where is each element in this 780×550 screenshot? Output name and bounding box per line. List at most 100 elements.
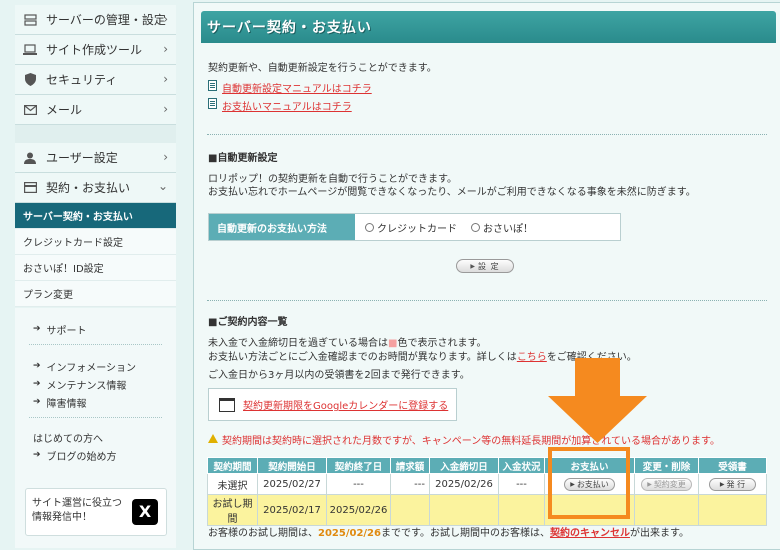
warning-icon: [208, 434, 218, 443]
sidebar-subitem-credit-card[interactable]: クレジットカード設定: [15, 229, 176, 255]
column-header: 請求額: [390, 457, 430, 474]
column-header: 契約開始日: [257, 457, 327, 474]
document-icon: [208, 98, 217, 109]
section-divider: [207, 134, 767, 135]
sidebar-link-label: サポート: [46, 325, 87, 337]
column-header: 契約期間: [207, 457, 258, 474]
sidebar: サーバーの管理・設定 › サイト作成ツール › セキュリティ › メール › ユ…: [0, 0, 192, 550]
note-text: お支払い方法ごとにご入金確認までのお時間が異なります。詳しくは: [208, 352, 517, 363]
sidebar-item-label: サイト作成ツール: [46, 43, 143, 57]
table-cell: ---: [498, 473, 545, 495]
footer-text: までです。お試し期間中のお客様は、: [380, 528, 550, 539]
table-header-row: 契約期間 契約開始日 契約終了日 請求額 入金締切日 入金状況 お支払い 変更・…: [207, 457, 767, 474]
sidebar-item-server[interactable]: サーバーの管理・設定 ›: [15, 5, 176, 35]
intro-text: 契約更新や、自動更新設定を行うことができます。: [208, 63, 437, 74]
sidebar-link-outage[interactable]: ➔ 障害情報: [15, 393, 176, 411]
sidebar-item-mail[interactable]: メール ›: [15, 95, 176, 125]
table-cell: [429, 494, 499, 526]
sidebar-subitem-plan-change[interactable]: プラン変更: [15, 281, 176, 307]
menu-divider: [15, 125, 176, 143]
arrow-right-icon: ➔: [33, 450, 41, 460]
chevron-right-icon: ›: [163, 72, 168, 86]
sidebar-subitem-server-contract[interactable]: サーバー契約・お支払い: [15, 203, 176, 229]
payment-manual-link[interactable]: お支払いマニュアルはコチラ: [222, 98, 352, 113]
table-cell: ▶ 契約変更: [634, 473, 699, 495]
table-row: 未選択 2025/02/27 --- --- 2025/02/26 --- ▶ お…: [207, 473, 767, 495]
arrow-right-icon: ➔: [33, 397, 41, 407]
button-label: 設 定: [478, 261, 500, 271]
table-cell: 2025/02/26: [326, 494, 391, 526]
play-icon: ▶: [470, 262, 477, 270]
radio-osaipo[interactable]: おさいぽ！: [471, 220, 533, 235]
sidebar-item-label: ユーザー設定: [46, 151, 118, 165]
sidebar-link-support[interactable]: ➔ サポート: [15, 320, 176, 338]
table-cell: 2025/02/27: [257, 473, 327, 495]
button-label: 発 行: [726, 479, 746, 489]
radio-credit-card[interactable]: クレジットカード: [365, 220, 457, 235]
radio-button[interactable]: [471, 222, 480, 232]
arrow-right-icon: ➔: [33, 324, 41, 334]
sidebar-item-label: セキュリティ: [46, 73, 118, 87]
receipt-note: ご入金日から3ヶ月以内の受領書を2回まで発行できます。: [208, 370, 470, 381]
play-icon: ▶: [719, 480, 725, 488]
shield-icon: [23, 73, 37, 87]
google-calendar-link[interactable]: 契約更新期限をGoogleカレンダーに登録する: [243, 397, 448, 412]
table-cell: ---: [326, 473, 391, 495]
divider: [29, 417, 162, 418]
sidebar-item-label: サーバーの管理・設定: [46, 13, 166, 27]
arrow-right-icon: ➔: [33, 361, 41, 371]
footer-text: が出来ます。: [629, 528, 689, 539]
radio-button[interactable]: [365, 222, 374, 232]
pay-column-highlight: [548, 447, 630, 519]
google-calendar-box[interactable]: 契約更新期限をGoogleカレンダーに登録する: [208, 388, 457, 421]
sidebar-link-label: はじめての方へ: [33, 433, 103, 445]
contract-table: 契約期間 契約開始日 契約終了日 請求額 入金締切日 入金状況 お支払い 変更・…: [207, 457, 767, 526]
issue-receipt-button[interactable]: ▶ 発 行: [708, 477, 757, 491]
radio-label: クレジットカード: [377, 223, 457, 235]
sidebar-item-security[interactable]: セキュリティ ›: [15, 65, 176, 95]
sidebar-item-label: メール: [46, 103, 83, 117]
column-header: 契約終了日: [326, 457, 391, 474]
column-header: 受領書: [698, 457, 767, 474]
table-cell: 未選択: [207, 473, 258, 495]
x-logo-icon: X: [132, 499, 158, 525]
auto-renew-section-title: ■自動更新設定: [208, 153, 278, 164]
table-cell: [634, 494, 699, 526]
auto-renew-method-form: 自動更新のお支払い方法 クレジットカード おさいぽ！: [208, 213, 621, 241]
sidebar-link-label: 障害情報: [46, 398, 87, 410]
auto-renew-desc: お支払い忘れでホームページが閲覧できなくなったり、メールがご利用できなくなる事象…: [208, 187, 696, 198]
contract-note: 未入金で入金締切日を過ぎている場合は■色で表示されます。: [208, 334, 486, 349]
button-label: 契約変更: [653, 479, 686, 489]
footer-text: お客様のお試し期間は、: [208, 528, 318, 539]
card-icon: [23, 181, 37, 195]
chevron-right-icon: ›: [163, 12, 168, 26]
sidebar-link-label: メンテナンス情報: [46, 380, 127, 392]
sidebar-subitem-osaipo-id[interactable]: おさいぽ！ID設定: [15, 255, 176, 281]
set-button[interactable]: ▶ 設 定: [456, 259, 514, 273]
sidebar-link-information[interactable]: ➔ インフォメーション: [15, 357, 176, 375]
page-title: サーバー契約・お支払い: [201, 11, 776, 43]
change-contract-button[interactable]: ▶ 契約変更: [641, 477, 692, 491]
chevron-right-icon: ›: [163, 150, 168, 164]
table-cell: [698, 494, 767, 526]
trial-end-date: 2025/02/26: [318, 528, 381, 539]
sidebar-link-beginners[interactable]: はじめての方へ: [15, 428, 176, 446]
arrow-right-icon: ➔: [33, 379, 41, 389]
table-cell: [498, 494, 545, 526]
sidebar-item-contract[interactable]: 契約・お支払い ⌄: [15, 173, 176, 203]
sidebar-item-site-tools[interactable]: サイト作成ツール ›: [15, 35, 176, 65]
auto-renew-method-options: クレジットカード おさいぽ！: [355, 214, 620, 240]
sidebar-item-user-settings[interactable]: ユーザー設定 ›: [15, 143, 176, 173]
divider: [29, 344, 162, 345]
play-icon: ▶: [647, 480, 652, 488]
trial-footer: お客様のお試し期間は、2025/02/26までです。お試し期間中のお客様は、契約…: [208, 524, 689, 539]
auto-renew-method-label: 自動更新のお支払い方法: [209, 214, 355, 240]
x-promo-banner[interactable]: サイト運営に役立つ 情報発信中！ X: [25, 488, 167, 536]
details-link[interactable]: こちら: [517, 352, 547, 363]
sidebar-link-blog-guide[interactable]: ➔ ブログの始め方: [15, 446, 176, 464]
document-icon: [208, 80, 217, 91]
sidebar-link-maintenance[interactable]: ➔ メンテナンス情報: [15, 375, 176, 393]
cancel-contract-link[interactable]: 契約のキャンセル: [550, 528, 630, 539]
auto-renew-manual-link[interactable]: 自動更新設定マニュアルはコチラ: [222, 80, 372, 95]
main-content: サーバー契約・お支払い 契約更新や、自動更新設定を行うことができます。 自動更新…: [193, 2, 780, 550]
